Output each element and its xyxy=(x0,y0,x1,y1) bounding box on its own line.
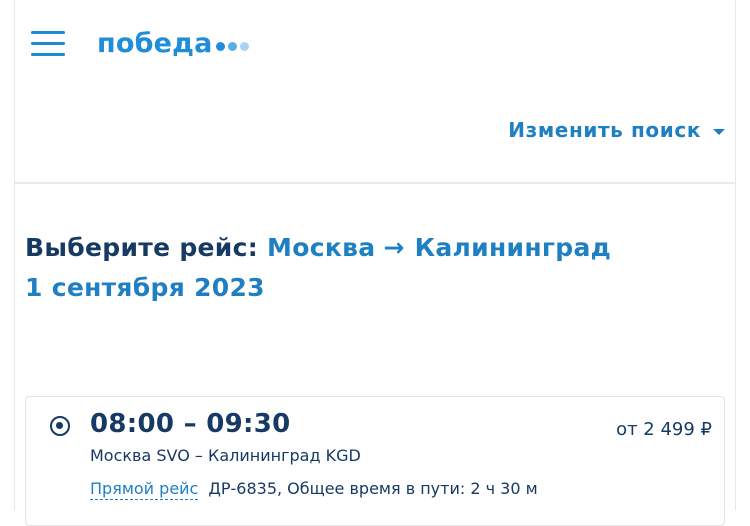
page-title-prefix: Выберите рейс: xyxy=(25,233,259,262)
app-frame: победа Изменить поиск Выберите рейс: Мос… xyxy=(14,0,736,526)
flight-times: 08:00 – 09:30 xyxy=(90,409,291,439)
menu-icon-bar xyxy=(31,31,65,34)
menu-icon[interactable] xyxy=(31,30,65,58)
change-search-label: Изменить поиск xyxy=(508,118,701,142)
header: победа Изменить поиск xyxy=(15,0,735,184)
arrow-right-icon: → xyxy=(383,233,405,262)
change-search-button[interactable]: Изменить поиск xyxy=(508,118,725,142)
destination-city: Калининград xyxy=(414,233,612,262)
menu-icon-bar xyxy=(31,53,65,56)
flight-price: от 2 499 ₽ xyxy=(616,419,712,440)
flight-date: 1 сентября 2023 xyxy=(25,273,265,302)
flight-details: Прямой рейс ДР-6835, Общее время в пути: … xyxy=(90,479,538,500)
menu-icon-bar xyxy=(31,42,65,45)
flight-route: Москва SVO – Калининград KGD xyxy=(90,446,361,465)
logo-text: победа xyxy=(97,28,213,59)
logo-dots xyxy=(215,42,252,51)
logo[interactable]: победа xyxy=(97,26,252,62)
logo-dot xyxy=(239,42,249,51)
page-title: Выберите рейс: Москва → Калининград 1 сент… xyxy=(25,228,725,308)
flight-info: ДР-6835, Общее время в пути: 2 ч 30 м xyxy=(208,479,538,498)
logo-dot xyxy=(227,42,237,51)
origin-city: Москва xyxy=(267,233,376,262)
flight-radio[interactable] xyxy=(50,416,70,436)
flight-option[interactable]: 08:00 – 09:30 от 2 499 ₽ Москва SVO – Ка… xyxy=(25,396,725,526)
direct-flight-link[interactable]: Прямой рейс xyxy=(90,479,199,500)
radio-selected-dot xyxy=(56,422,63,429)
chevron-down-icon xyxy=(713,128,725,135)
logo-dot xyxy=(215,42,225,51)
